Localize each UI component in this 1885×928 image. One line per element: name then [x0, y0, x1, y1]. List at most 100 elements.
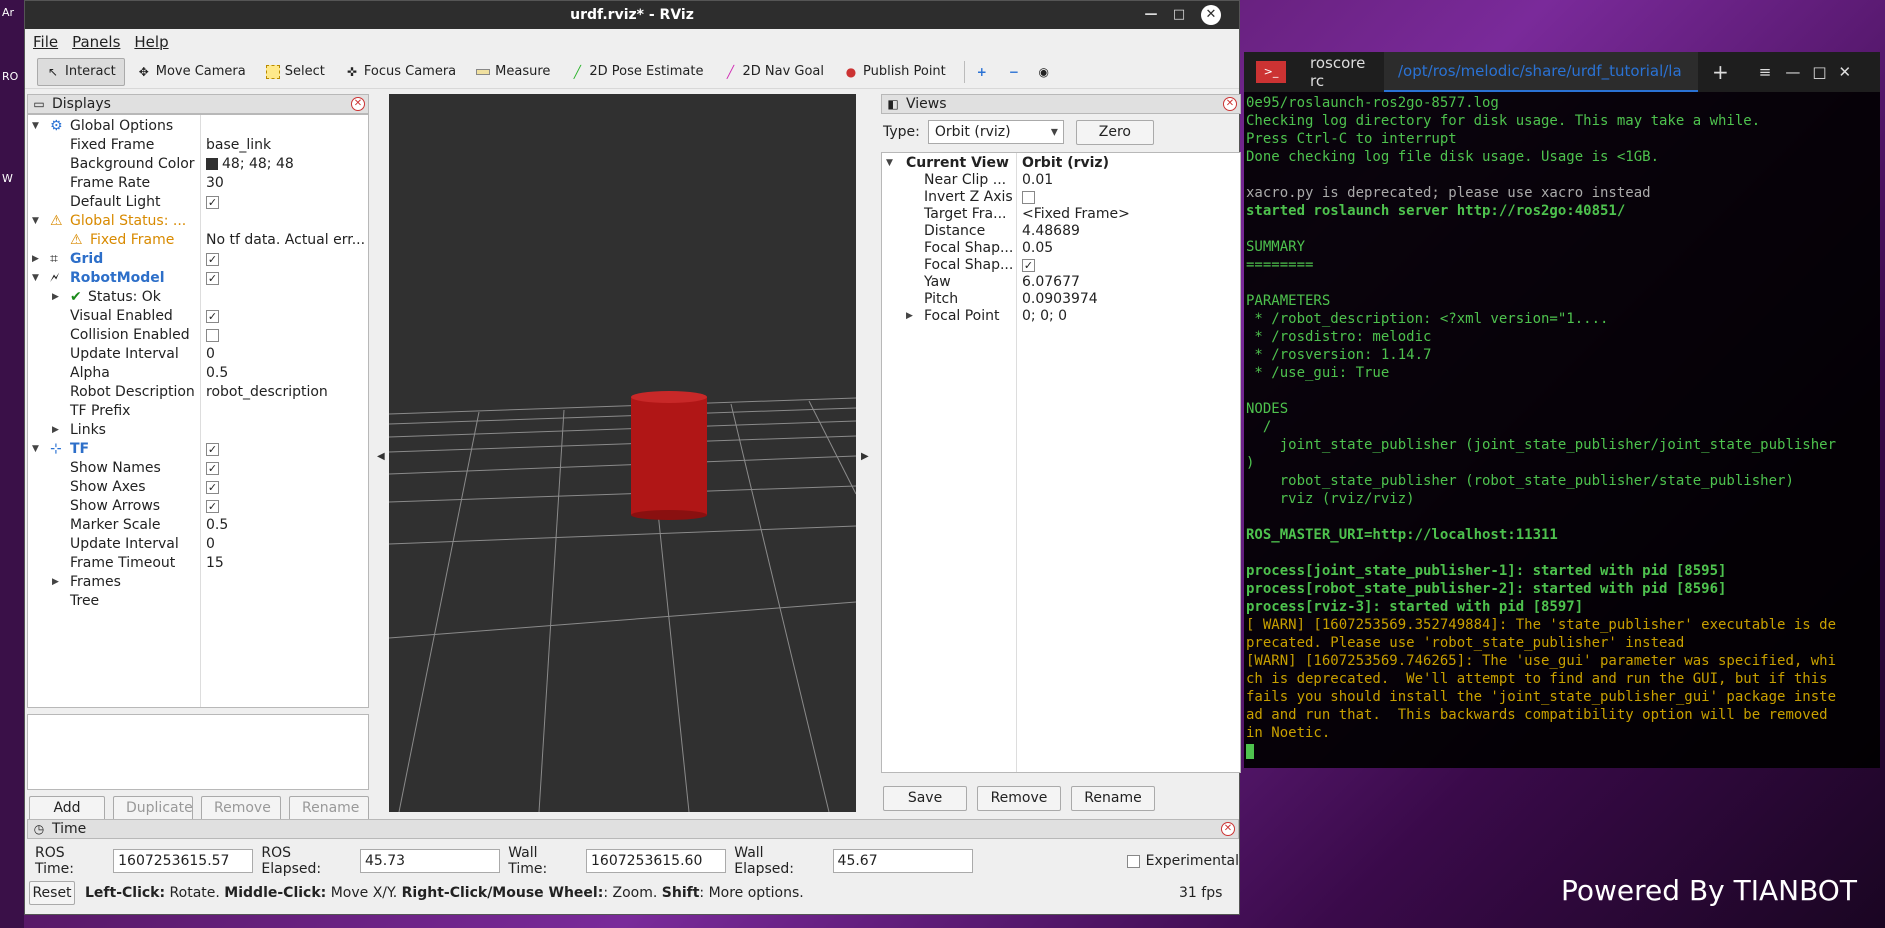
- tool-select[interactable]: Select: [258, 58, 333, 86]
- expand-icon[interactable]: ▶: [32, 250, 39, 269]
- checkbox[interactable]: [1022, 190, 1035, 204]
- expand-icon[interactable]: ▼: [32, 117, 39, 136]
- tree-value[interactable]: ✓: [206, 269, 219, 288]
- tree-row[interactable]: Show Names ✓: [28, 459, 368, 478]
- tree-value[interactable]: 6.07677: [1022, 274, 1080, 291]
- reset-button[interactable]: Reset: [29, 881, 75, 905]
- 3d-viewport[interactable]: [389, 94, 856, 812]
- tree-value[interactable]: 0.01: [1022, 172, 1053, 189]
- checkbox[interactable]: ✓: [206, 271, 219, 285]
- tree-row[interactable]: TF Prefix: [28, 402, 368, 421]
- ros-time-field[interactable]: 1607253615.57: [113, 849, 254, 873]
- tree-row[interactable]: Fixed Frame base_link: [28, 136, 368, 155]
- tree-row-global-options[interactable]: ▼ ⚙ Global Options: [32, 117, 362, 136]
- minimize-icon[interactable]: —: [1141, 5, 1161, 25]
- tree-value[interactable]: ✓: [206, 250, 219, 269]
- tree-row-tf[interactable]: ▼ ⊹ TF ✓: [32, 440, 368, 459]
- checkbox[interactable]: ✓: [206, 480, 219, 494]
- tree-value[interactable]: 0: [206, 345, 215, 364]
- rename-button[interactable]: Rename: [1071, 786, 1155, 811]
- tree-row[interactable]: Collision Enabled: [28, 326, 368, 345]
- maximize-icon[interactable]: □: [1169, 5, 1189, 25]
- tool-2d-pose-estimate[interactable]: ╱ 2D Pose Estimate: [562, 58, 711, 86]
- expand-icon[interactable]: ▼: [32, 212, 39, 231]
- new-tab-icon[interactable]: +: [1712, 60, 1729, 84]
- tree-row[interactable]: Update Interval 0: [28, 535, 368, 554]
- menu-file[interactable]: File: [33, 33, 58, 51]
- checkbox[interactable]: ✓: [206, 195, 219, 209]
- add-button[interactable]: Add: [29, 796, 105, 821]
- tree-value[interactable]: 0.5: [206, 364, 228, 383]
- tree-value[interactable]: ✓: [206, 459, 219, 478]
- zero-button[interactable]: Zero: [1075, 119, 1154, 145]
- tree-row[interactable]: Show Arrows ✓: [28, 497, 368, 516]
- checkbox[interactable]: ✓: [1022, 258, 1035, 272]
- close-panel-icon[interactable]: ✕: [1221, 822, 1235, 836]
- ros-elapsed-field[interactable]: 45.73: [359, 849, 501, 873]
- eye-icon[interactable]: ◉: [1037, 65, 1051, 79]
- menu-icon[interactable]: ≡: [1759, 63, 1772, 81]
- tree-row[interactable]: Pitch 0.0903974: [882, 291, 1232, 308]
- close-panel-icon[interactable]: ✕: [1223, 97, 1237, 111]
- checkbox[interactable]: ✓: [206, 442, 219, 456]
- checkbox[interactable]: ✓: [206, 309, 219, 323]
- tree-row-robot-model[interactable]: ▼ 🗲 RobotModel ✓: [32, 269, 368, 288]
- tree-row[interactable]: Tree: [28, 592, 368, 611]
- terminal-tab-roslaunch[interactable]: /opt/ros/melodic/share/urdf_tutorial/la: [1384, 52, 1698, 92]
- add-tool-icon[interactable]: +: [975, 65, 989, 79]
- expand-icon[interactable]: ▶: [52, 288, 59, 307]
- collapse-right-icon[interactable]: ▶: [861, 451, 869, 462]
- expand-icon[interactable]: ▼: [886, 155, 893, 172]
- save-button[interactable]: Save: [883, 786, 967, 811]
- checkbox[interactable]: ✓: [206, 499, 219, 513]
- tree-row[interactable]: Target Fra... <Fixed Frame>: [882, 206, 1232, 223]
- tree-row-grid[interactable]: ▶ ⌗ Grid ✓: [32, 250, 368, 269]
- tree-row[interactable]: Background Color 48; 48; 48: [28, 155, 368, 174]
- tree-value[interactable]: 0.0903974: [1022, 291, 1098, 308]
- tree-row[interactable]: Show Axes ✓: [28, 478, 368, 497]
- tree-value[interactable]: 0.5: [206, 516, 228, 535]
- remove-tool-icon[interactable]: −: [1007, 65, 1021, 79]
- desktop-icon-label[interactable]: RO: [2, 70, 22, 83]
- tree-row[interactable]: ▶ Frames: [28, 573, 368, 592]
- remove-button[interactable]: Remove: [201, 796, 281, 821]
- tree-row[interactable]: ▶ Focal Point 0; 0; 0: [882, 308, 1232, 325]
- expand-icon[interactable]: ▶: [906, 308, 913, 325]
- wall-time-field[interactable]: 1607253615.60: [586, 849, 727, 873]
- close-icon[interactable]: ✕: [1839, 63, 1852, 81]
- tree-row[interactable]: ▶ ✔ Status: Ok: [28, 288, 368, 307]
- tree-value[interactable]: ✓: [206, 440, 219, 459]
- minimize-icon[interactable]: —: [1785, 63, 1800, 81]
- tree-row[interactable]: ▶ Links: [28, 421, 368, 440]
- desktop-icon-label[interactable]: W: [2, 172, 22, 185]
- maximize-icon[interactable]: □: [1812, 63, 1826, 81]
- remove-button[interactable]: Remove: [977, 786, 1061, 811]
- tree-row[interactable]: Distance 4.48689: [882, 223, 1232, 240]
- tree-row-global-status[interactable]: ▼ ⚠ Global Status: ...: [32, 212, 362, 231]
- collapse-left-icon[interactable]: ◀: [377, 451, 385, 462]
- tree-row[interactable]: Visual Enabled ✓: [28, 307, 368, 326]
- tool-measure[interactable]: Measure: [468, 58, 558, 86]
- tree-row[interactable]: Update Interval 0: [28, 345, 368, 364]
- checkbox[interactable]: [206, 328, 219, 342]
- checkbox[interactable]: ✓: [206, 461, 219, 475]
- tree-value[interactable]: 15: [206, 554, 224, 573]
- tree-value[interactable]: 4.48689: [1022, 223, 1080, 240]
- tree-row[interactable]: ⚠ Fixed Frame No tf data. Actual err...: [28, 231, 368, 250]
- tree-row[interactable]: Robot Description robot_description: [28, 383, 368, 402]
- tree-value[interactable]: ✓: [1022, 257, 1035, 274]
- tree-row[interactable]: Near Clip ... 0.01: [882, 172, 1232, 189]
- tool-interact[interactable]: ↖ Interact: [37, 57, 125, 86]
- tree-row-current-view[interactable]: ▼ Current View Orbit (rviz): [886, 155, 1236, 172]
- close-icon[interactable]: ✕: [1201, 5, 1221, 25]
- tree-row[interactable]: Frame Timeout 15: [28, 554, 368, 573]
- window-titlebar[interactable]: urdf.rviz* - RViz — □ ✕: [25, 1, 1239, 29]
- tree-value[interactable]: 0.05: [1022, 240, 1053, 257]
- wall-elapsed-field[interactable]: 45.67: [832, 849, 973, 873]
- tree-value[interactable]: [1022, 189, 1035, 206]
- view-type-select[interactable]: Orbit (rviz): [927, 120, 1064, 144]
- tree-row[interactable]: Focal Shap... 0.05: [882, 240, 1232, 257]
- tree-row[interactable]: Alpha 0.5: [28, 364, 368, 383]
- expand-icon[interactable]: ▶: [52, 573, 59, 592]
- tree-value[interactable]: ✓: [206, 307, 219, 326]
